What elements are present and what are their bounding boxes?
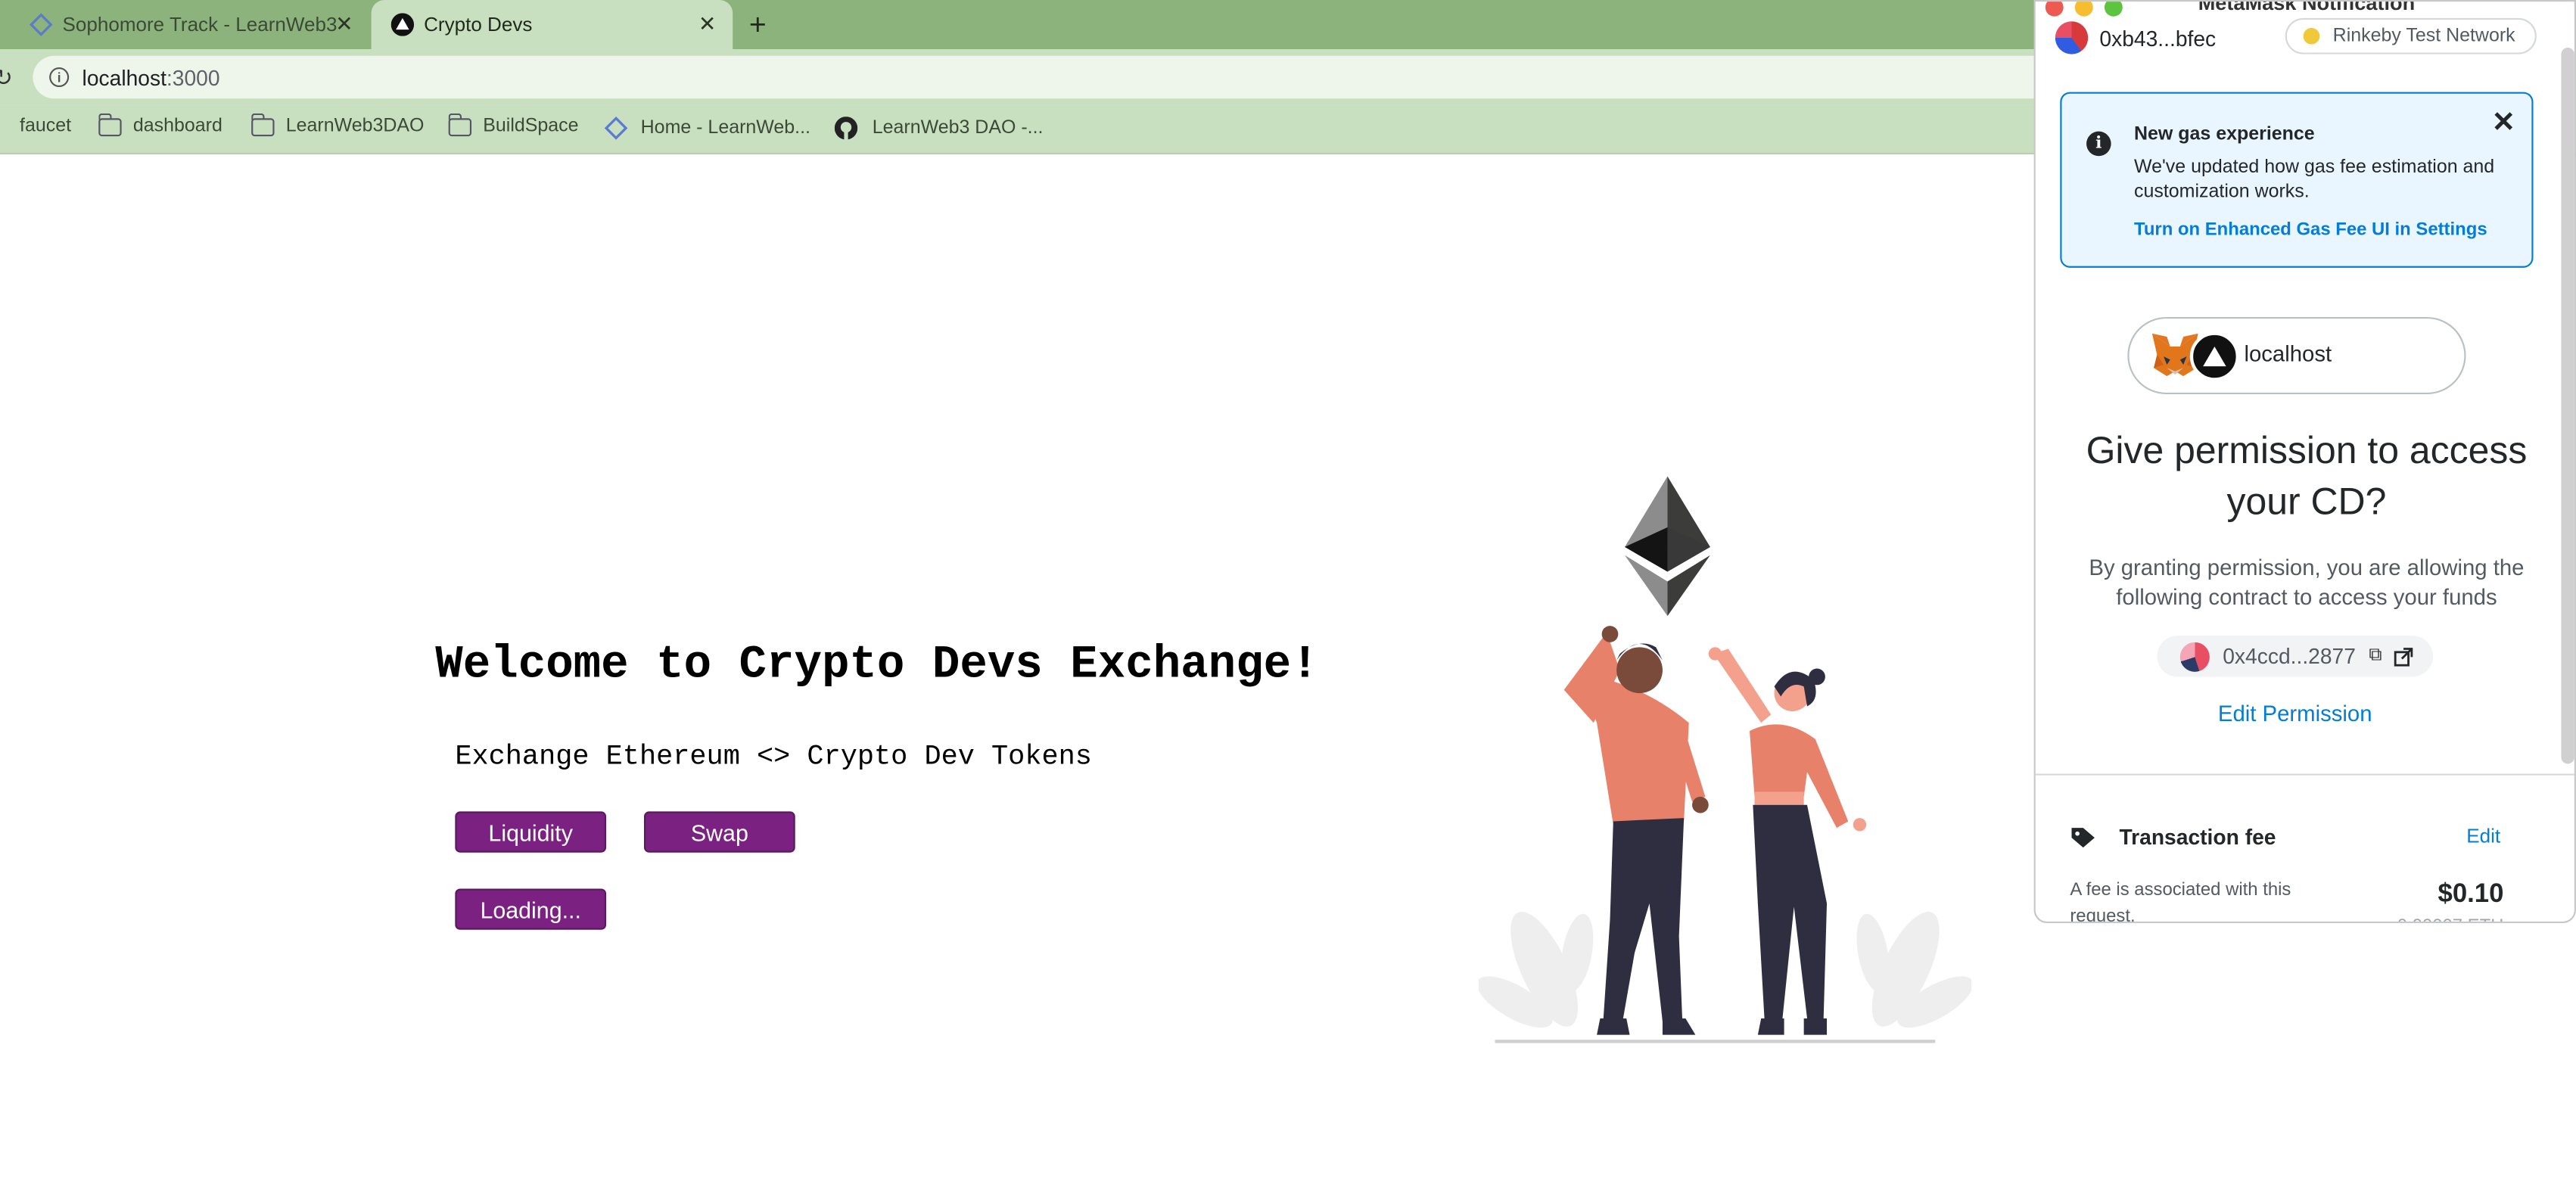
ethereum-icon [1625,476,1710,617]
swap-button[interactable]: Swap [643,811,795,853]
network-status-dot [2303,27,2320,45]
permission-text: By granting permission, you are allowing… [2089,555,2525,610]
tab-title: Crypto Devs [424,13,533,36]
fee-eth: 0.00007 ETH [2397,916,2504,922]
page-subtitle: Exchange Ethereum <> Crypto Dev Tokens [455,742,1092,774]
transaction-fee-label: Transaction fee [2119,824,2276,850]
tab-sophomore-track[interactable]: Sophomore Track - LearnWeb3 ✕ [17,0,370,49]
account-address: 0xb43...bfec [2099,25,2217,51]
address-host: localhost [82,64,166,90]
scrollbar[interactable] [2561,47,2574,764]
site-info-icon[interactable]: i [49,67,70,88]
permission-heading: Give permission to access your CD? [2086,428,2528,523]
folder-icon [98,112,122,136]
account-avatar [2055,21,2089,54]
tab-title: Sophomore Track - LearnWeb3 [62,13,338,36]
bookmark-buildspace[interactable]: BuildSpace [448,112,579,137]
bookmark-learnweb3dao[interactable]: LearnWeb3DAO [251,112,425,137]
bookmark-learnweb3-github[interactable]: LearnWeb3 DAO -... [834,117,1044,140]
account-selector[interactable]: 0xb43...bfec [2055,21,2216,54]
enhanced-gas-link[interactable]: Turn on Enhanced Gas Fee UI in Settings [2134,220,2487,240]
crypto-illustration [1478,476,1972,1043]
learnweb3-icon [30,13,53,36]
copy-icon[interactable]: ⧉ [2369,645,2382,667]
page-content: Welcome to Crypto Devs Exchange! Exchang… [0,154,2037,1194]
github-icon [834,117,858,140]
bookmark-label: faucet [20,117,72,137]
metamask-notification: MetaMask Notification 0xb43...bfec Rinke… [2033,0,2576,924]
folder-icon [251,112,275,136]
learnweb3-icon [604,117,628,140]
bookmark-label: BuildSpace [483,117,579,137]
bookmark-home-learnweb[interactable]: Home - LearnWeb... [604,117,810,140]
fee-amount: $0.10 [2438,880,2504,909]
new-tab-icon[interactable]: + [749,8,767,43]
bookmark-label: Home - LearnWeb... [640,118,810,138]
crypto-devs-icon [390,13,415,36]
site-host: localhost [2244,341,2332,367]
crypto-devs-icon [2189,331,2239,381]
contract-address: 0x4ccd...2877 [2223,643,2356,669]
page-title: Welcome to Crypto Devs Exchange! [435,640,1319,692]
network-selector[interactable]: Rinkeby Test Network [2285,17,2537,54]
fee-description: A fee is associated with this request. [2070,880,2291,924]
edit-fee-link[interactable]: Edit [2466,825,2500,847]
network-name: Rinkeby Test Network [2332,26,2515,46]
liquidity-button[interactable]: Liquidity [455,811,607,853]
bookmark-label: LearnWeb3DAO [285,117,425,137]
notice-heading: New gas experience [2133,124,2315,145]
site-origin: localhost [2127,316,2466,395]
close-icon[interactable]: ✕ [2492,107,2515,139]
bookmark-label: dashboard [132,117,222,137]
external-link-icon[interactable] [2394,646,2413,666]
info-icon: i [2086,131,2111,157]
close-icon[interactable]: ✕ [335,11,353,38]
divider [2035,773,2574,776]
tab-crypto-devs[interactable]: Crypto Devs ✕ [371,0,733,50]
contract-avatar [2179,641,2210,671]
bookmark-label: LearnWeb3 DAO -... [872,118,1044,138]
gas-notice: i New gas experience We've updated how g… [2060,92,2534,268]
close-icon[interactable]: ✕ [698,11,717,38]
loading-button[interactable]: Loading... [455,888,607,930]
bookmark-faucet[interactable]: faucet [20,117,71,136]
bookmark-dashboard[interactable]: dashboard [98,112,222,137]
tag-icon [2071,828,2095,848]
folder-icon [448,112,472,136]
reload-icon[interactable]: ↻ [0,64,13,92]
notice-body: We've updated how gas fee estimation and… [2133,157,2495,203]
edit-permission-link[interactable]: Edit Permission [2036,701,2555,726]
address-port: :3000 [166,64,220,90]
contract-address-pill: 0x4ccd...2877 ⧉ [2157,636,2434,677]
